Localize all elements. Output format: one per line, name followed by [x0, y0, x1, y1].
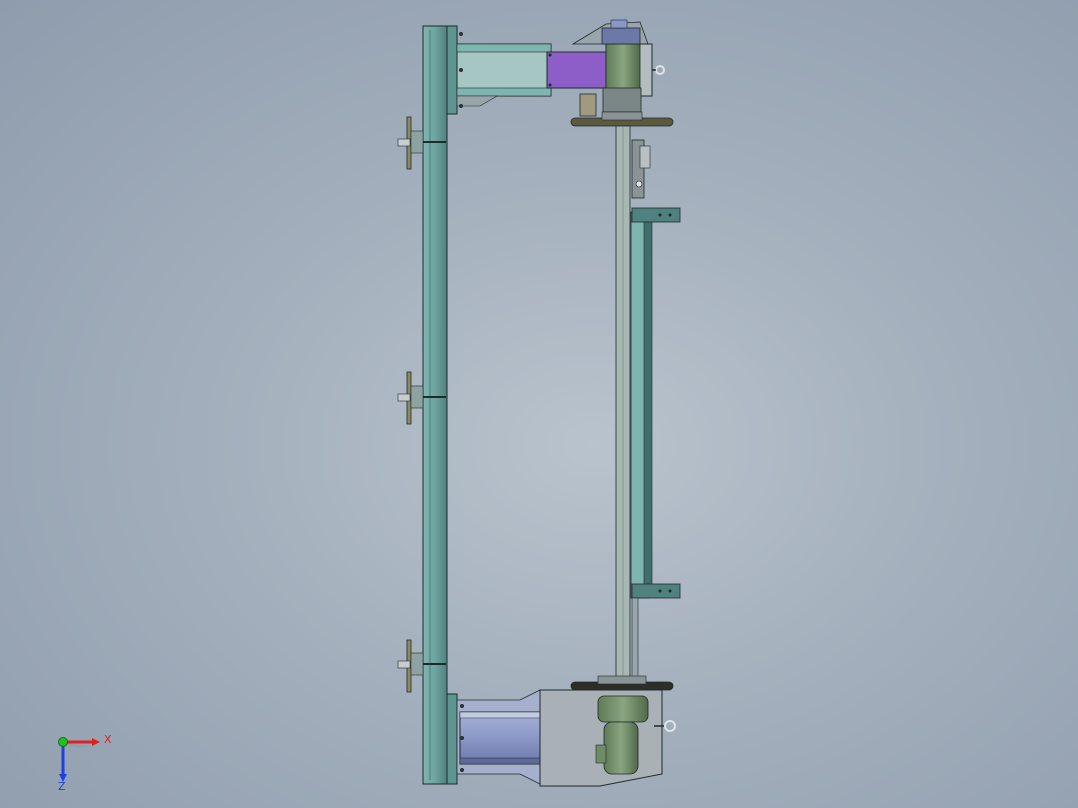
orientation-triad[interactable]: X Z: [48, 726, 118, 792]
side-rail: [630, 207, 681, 679]
bottom-arm: [456, 689, 551, 785]
cad-viewport[interactable]: X Z: [0, 0, 1078, 808]
top-motor-housing: [546, 19, 665, 117]
cad-model-drawing[interactable]: [0, 0, 1078, 808]
bottom-gear-housing: [539, 689, 676, 787]
triad-x-label: X: [104, 733, 112, 746]
triad-z-label: Z: [58, 780, 66, 793]
vertical-shaft: [615, 125, 631, 683]
main-column: [422, 25, 458, 785]
bottom-flange: [570, 675, 674, 691]
shaft-clamp: [631, 139, 651, 199]
top-arm: [456, 32, 552, 108]
